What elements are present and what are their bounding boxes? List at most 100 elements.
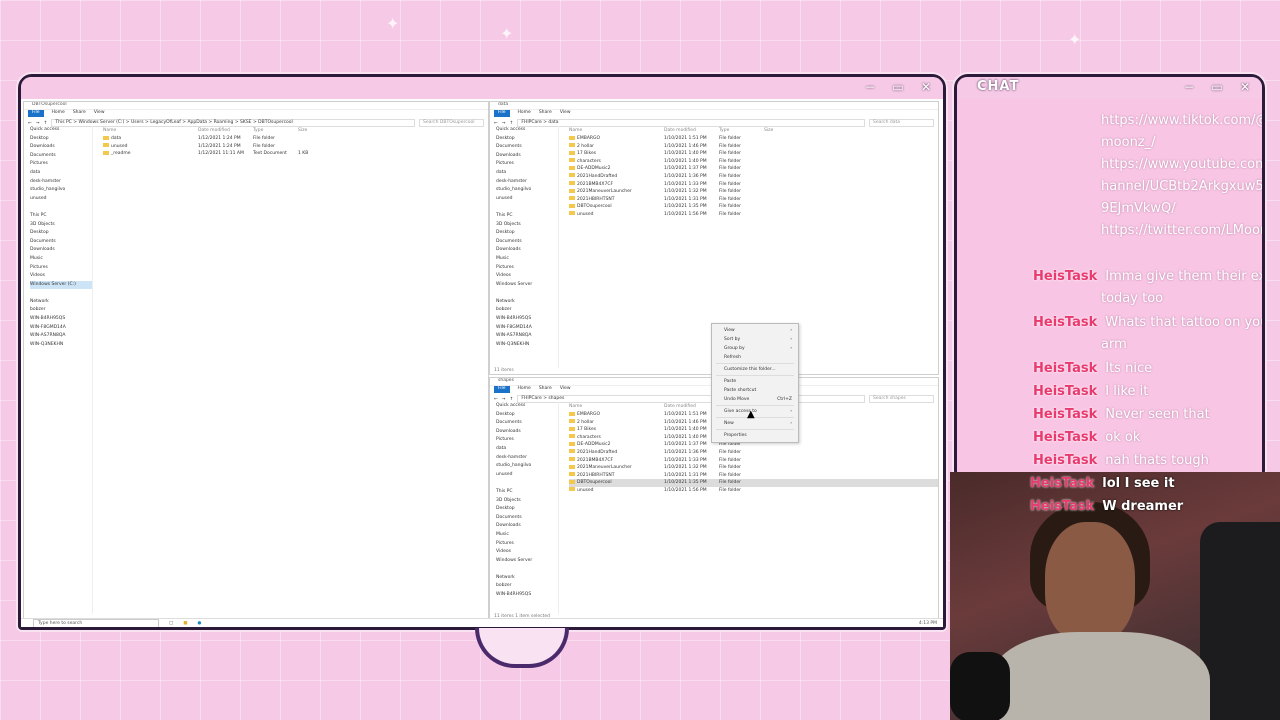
menu-item-customize[interactable]: Customize this folder...	[712, 365, 798, 374]
nav-item[interactable]: Quick access	[496, 126, 558, 135]
nav-item[interactable]: This PC	[496, 488, 558, 497]
file-row[interactable]: DBTOsupercool 1/10/2021 1:35 PM File folde…	[569, 479, 938, 487]
up-arrow-icon[interactable]: ↑	[44, 121, 48, 126]
file-row[interactable]: 2021ManeuverLauncher 1/10/2021 1:32 PM Fil…	[569, 464, 938, 472]
nav-item[interactable]: data	[30, 169, 92, 178]
maximize-icon[interactable]: ▭	[889, 80, 907, 94]
nav-item[interactable]: WIN-AS7RN8QA	[496, 332, 558, 341]
nav-item[interactable]: This PC	[30, 212, 92, 221]
ribbon-tab-share[interactable]: Share	[539, 110, 552, 117]
nav-item[interactable]: Documents	[30, 238, 92, 247]
nav-item[interactable]: desk-hamster	[30, 178, 92, 187]
nav-item[interactable]: unused	[496, 471, 558, 480]
nav-item[interactable]: Windows Server	[496, 557, 558, 566]
nav-item[interactable]: Network	[496, 298, 558, 307]
ribbon-tab-file[interactable]: File	[494, 110, 510, 117]
file-row[interactable]: 2021BMB4X7CF 1/10/2021 1:33 PM File folder	[569, 457, 938, 465]
ribbon-tab-view[interactable]: View	[560, 386, 571, 393]
nav-item[interactable]: Desktop	[30, 135, 92, 144]
close-icon[interactable]: ✕	[917, 80, 935, 94]
nav-item[interactable]: Quick access	[30, 126, 92, 135]
file-row[interactable]: unused 1/10/2021 1:56 PM File folder	[569, 211, 938, 219]
nav-item[interactable]: Documents	[496, 514, 558, 523]
forward-arrow-icon[interactable]: →	[502, 397, 506, 402]
nav-item[interactable]: Videos	[30, 272, 92, 281]
nav-item[interactable]: WIN-B4RH95QS	[496, 315, 558, 324]
forward-arrow-icon[interactable]: →	[36, 121, 40, 126]
nav-item[interactable]: Documents	[496, 143, 558, 152]
file-row[interactable]: unused 1/12/2021 1:24 PM File folder	[103, 143, 488, 151]
nav-item[interactable]: studio_hangilvo	[496, 462, 558, 471]
nav-item[interactable]: Quick access	[496, 402, 558, 411]
nav-item[interactable]: Pictures	[496, 540, 558, 549]
nav-item[interactable]: Music	[496, 255, 558, 264]
file-row[interactable]: EMBARGO 1/10/2021 1:51 PM File folder	[569, 135, 938, 143]
ribbon-tab-home[interactable]: Home	[52, 110, 65, 117]
nav-item[interactable]: bobzer	[496, 306, 558, 315]
ribbon-tab-share[interactable]: Share	[73, 110, 86, 117]
nav-item[interactable]: WIN-Q3NEKHN	[30, 341, 92, 350]
nav-item[interactable]: Music	[30, 255, 92, 264]
file-row[interactable]: 2021HBIRHTSNT 1/10/2021 1:31 PM File folde…	[569, 472, 938, 480]
nav-item[interactable]: desk-hamster	[496, 178, 558, 187]
file-row[interactable]: 2021HBIRHTSNT 1/10/2021 1:31 PM File folde…	[569, 196, 938, 204]
nav-item[interactable]: studio_hangilvo	[30, 186, 92, 195]
nav-item[interactable]: data	[496, 169, 558, 178]
column-size[interactable]: Size	[764, 126, 794, 135]
nav-item[interactable]: 3D Objects	[496, 497, 558, 506]
close-icon[interactable]: ✕	[1236, 80, 1254, 94]
menu-item-view[interactable]: View ›	[712, 326, 798, 335]
nav-item[interactable]: Downloads	[496, 522, 558, 531]
file-row[interactable]: DE-ADDMusic2 1/10/2021 1:37 PM File folder	[569, 165, 938, 173]
ribbon-tab-view[interactable]: View	[94, 110, 105, 117]
ribbon-tab-home[interactable]: Home	[518, 386, 531, 393]
file-row[interactable]: _readme 1/12/2021 11:11 AM Text Document 1 …	[103, 150, 488, 158]
chat-link[interactable]: hannel/UCBtb2Arkgxuw5k7	[1101, 179, 1262, 194]
menu-item-paste[interactable]: Paste	[712, 377, 798, 386]
forward-arrow-icon[interactable]: →	[502, 121, 506, 126]
edge-icon[interactable]: ●	[198, 621, 202, 626]
chat-link[interactable]: https://www.tiktok.com/@l	[1101, 113, 1262, 128]
column-type[interactable]: Type	[719, 126, 764, 135]
nav-item[interactable]: Downloads	[496, 152, 558, 161]
nav-item[interactable]: Desktop	[496, 229, 558, 238]
maximize-icon[interactable]: ▭	[1208, 80, 1226, 94]
nav-item[interactable]: WIN-B4RH95QS	[496, 591, 558, 600]
ribbon-tab-home[interactable]: Home	[518, 110, 531, 117]
nav-item[interactable]: Network	[30, 298, 92, 307]
nav-item[interactable]: Windows Server (C:)	[30, 280, 92, 290]
nav-item[interactable]: Videos	[496, 548, 558, 557]
nav-item[interactable]: Downloads	[496, 428, 558, 437]
minimize-icon[interactable]: −	[1180, 80, 1198, 94]
menu-item-refresh[interactable]: Refresh	[712, 353, 798, 362]
nav-item[interactable]: bobzer	[496, 582, 558, 591]
nav-item[interactable]: unused	[496, 195, 558, 204]
ribbon-tab-file[interactable]: File	[494, 386, 510, 393]
nav-item[interactable]: Documents	[30, 152, 92, 161]
file-row[interactable]: DBTOsupercool 1/10/2021 1:35 PM File folde…	[569, 203, 938, 211]
minimize-icon[interactable]: −	[861, 80, 879, 94]
menu-item-new[interactable]: New ›	[712, 419, 798, 428]
chat-link[interactable]: https://twitter.com/LMoonz	[1101, 223, 1262, 238]
file-row[interactable]: 2021HandDrafted 1/10/2021 1:36 PM File fol…	[569, 449, 938, 457]
chat-link[interactable]: https://www.youtube.com/c	[1101, 157, 1262, 172]
column-size[interactable]: Size	[298, 126, 328, 135]
column-date[interactable]: Date modified	[664, 126, 719, 135]
ribbon-tab-share[interactable]: Share	[539, 386, 552, 393]
nav-item[interactable]: Documents	[496, 419, 558, 428]
nav-item[interactable]: Network	[496, 574, 558, 583]
menu-item-undo-move[interactable]: Undo Move Ctrl+Z	[712, 395, 798, 404]
nav-item[interactable]: Downloads	[30, 143, 92, 152]
taskbar-clock[interactable]: 4:13 PM	[919, 621, 937, 626]
menu-item-properties[interactable]: Properties	[712, 431, 798, 440]
nav-item[interactable]: data	[496, 445, 558, 454]
chat-link[interactable]: moonz_/	[1101, 135, 1156, 150]
menu-item-group-by[interactable]: Group by ›	[712, 344, 798, 353]
nav-item[interactable]: 3D Objects	[496, 221, 558, 230]
nav-item[interactable]: WIN-F8GMD14A	[496, 324, 558, 333]
nav-item[interactable]: Documents	[496, 238, 558, 247]
file-row[interactable]: 2021BMB4X7CF 1/10/2021 1:33 PM File folder	[569, 181, 938, 189]
back-arrow-icon[interactable]: ←	[494, 121, 498, 126]
menu-item-give-access[interactable]: Give access to ›	[712, 407, 798, 416]
nav-item[interactable]: Pictures	[30, 160, 92, 169]
